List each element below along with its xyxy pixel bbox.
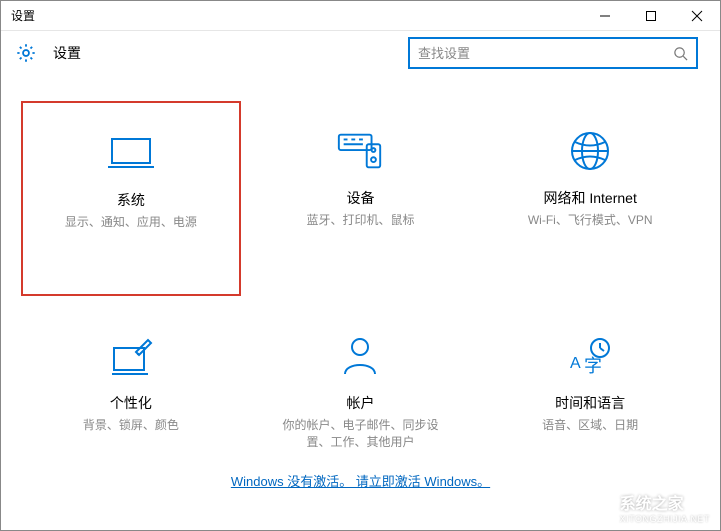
page-header: 设置 bbox=[1, 31, 720, 75]
tile-title: 帐户 bbox=[346, 393, 374, 413]
gear-icon bbox=[15, 42, 37, 64]
search-icon bbox=[672, 45, 688, 61]
devices-icon bbox=[335, 126, 385, 176]
tile-desc: Wi-Fi、飞行模式、VPN bbox=[528, 212, 653, 229]
tile-desc: 语音、区域、日期 bbox=[542, 417, 638, 434]
display-icon bbox=[106, 128, 156, 178]
close-icon bbox=[691, 10, 703, 22]
tile-desc: 你的帐户、电子邮件、同步设置、工作、其他用户 bbox=[280, 417, 440, 452]
svg-text:字: 字 bbox=[584, 356, 602, 376]
settings-grid: 系统 显示、通知、应用、电源 设备 蓝牙、打印机、鼠标 网络和 Internet… bbox=[1, 81, 720, 500]
window-controls bbox=[582, 1, 720, 30]
time-language-icon: A字 bbox=[565, 331, 615, 381]
person-icon bbox=[335, 331, 385, 381]
window-title: 设置 bbox=[1, 7, 35, 24]
maximize-icon bbox=[645, 10, 657, 22]
svg-text:A: A bbox=[570, 355, 581, 372]
globe-icon bbox=[565, 126, 615, 176]
title-bar: 设置 bbox=[1, 1, 720, 31]
tile-title: 时间和语言 bbox=[555, 393, 625, 413]
house-icon bbox=[586, 492, 616, 522]
minimize-icon bbox=[599, 10, 611, 22]
watermark-main: 系统之家 bbox=[620, 490, 710, 514]
tile-system[interactable]: 系统 显示、通知、应用、电源 bbox=[21, 101, 241, 296]
tile-desc: 蓝牙、打印机、鼠标 bbox=[306, 212, 414, 229]
maximize-button[interactable] bbox=[628, 1, 674, 30]
tile-desc: 背景、锁屏、颜色 bbox=[83, 417, 179, 434]
tile-network[interactable]: 网络和 Internet Wi-Fi、飞行模式、VPN bbox=[480, 101, 700, 296]
page-title: 设置 bbox=[53, 43, 81, 63]
activation-link[interactable]: Windows 没有激活。 请立即激活 Windows。 bbox=[231, 474, 490, 489]
watermark-sub: XITONGZHIJIA.NET bbox=[620, 514, 710, 524]
settings-grid-container: 系统 显示、通知、应用、电源 设备 蓝牙、打印机、鼠标 网络和 Internet… bbox=[1, 81, 720, 500]
tile-title: 个性化 bbox=[110, 393, 152, 413]
tile-title: 网络和 Internet bbox=[543, 188, 636, 208]
minimize-button[interactable] bbox=[582, 1, 628, 30]
tile-devices[interactable]: 设备 蓝牙、打印机、鼠标 bbox=[251, 101, 471, 296]
personalization-icon bbox=[106, 331, 156, 381]
search-input[interactable] bbox=[418, 46, 672, 61]
watermark: 系统之家 XITONGZHIJIA.NET bbox=[586, 490, 710, 524]
tile-desc: 显示、通知、应用、电源 bbox=[65, 214, 197, 231]
close-button[interactable] bbox=[674, 1, 720, 30]
activation-banner: Windows 没有激活。 请立即激活 Windows。 bbox=[1, 471, 720, 490]
tile-title: 系统 bbox=[117, 190, 145, 210]
search-box[interactable] bbox=[408, 37, 698, 69]
tile-title: 设备 bbox=[346, 188, 374, 208]
